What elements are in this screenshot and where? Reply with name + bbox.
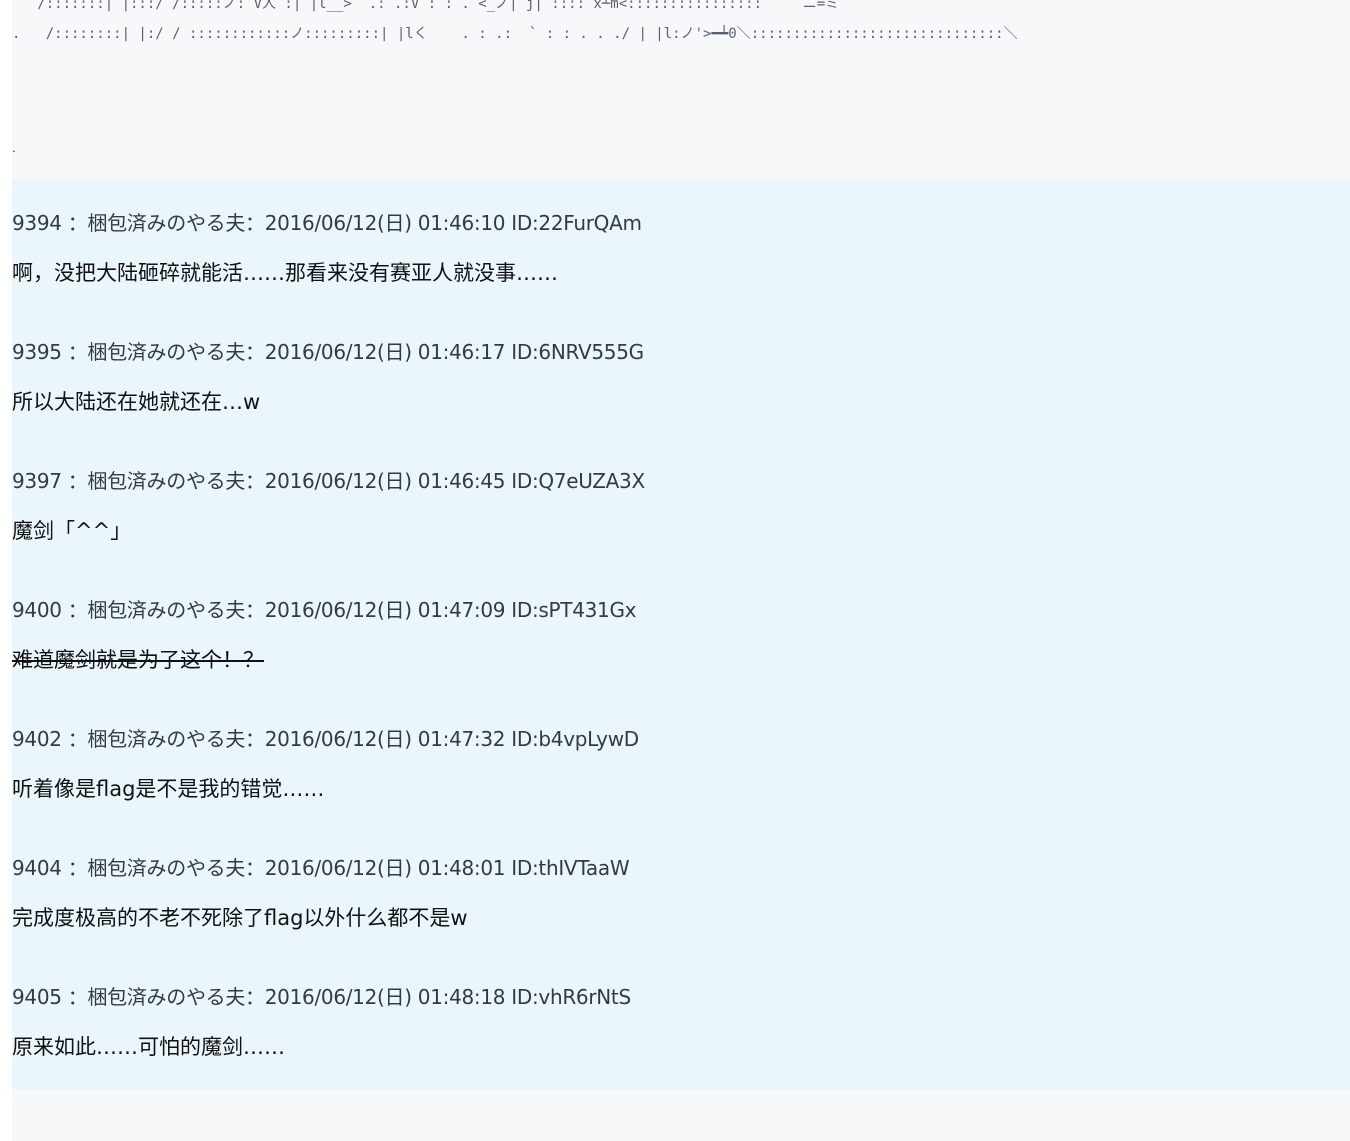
post-body: 魔剑「^^」 [12,519,132,543]
post-header: 9402 ：梱包済みのやる夫：2016/06/12(日) 01:47:32 ID… [12,727,639,751]
post-header: 9394 ：梱包済みのやる夫：2016/06/12(日) 01:46:10 ID… [12,211,642,235]
post-header: 9397 ：梱包済みのやる夫：2016/06/12(日) 01:46:45 ID… [12,469,645,493]
stray-dot: . [12,141,16,155]
post-9394: 9394 ：梱包済みのやる夫：2016/06/12(日) 01:46:10 ID… [12,210,1312,286]
ascii-art-line-2: . /::::::::| |:/ / ::::::::::::ノ::::::::… [12,26,1018,42]
post-body: 原来如此……可怕的魔剑…… [12,1035,285,1059]
post-9400: 9400 ：梱包済みのやる夫：2016/06/12(日) 01:47:09 ID… [12,597,1312,673]
ascii-art-panel: /:::::::| |:::/ /:::::ノ: V人 :| |l__> .: … [12,0,1350,180]
post-header: 9404 ：梱包済みのやる夫：2016/06/12(日) 01:48:01 ID… [12,856,630,880]
post-header: 9400 ：梱包済みのやる夫：2016/06/12(日) 01:47:09 ID… [12,598,637,622]
post-body: 啊，没把大陆砸碎就能活……那看来没有赛亚人就没事…… [12,261,558,285]
ascii-art-line-1: /:::::::| |:::/ /:::::ノ: V人 :| |l__> .: … [12,0,840,12]
post-body: 所以大陆还在她就还在…w [12,390,261,414]
post-9402: 9402 ：梱包済みのやる夫：2016/06/12(日) 01:47:32 ID… [12,726,1312,802]
reply-list: 9394 ：梱包済みのやる夫：2016/06/12(日) 01:46:10 ID… [12,180,1350,1090]
post-9404: 9404 ：梱包済みのやる夫：2016/06/12(日) 01:48:01 ID… [12,855,1312,931]
post-body: 完成度极高的不老不死除了flag以外什么都不是w [12,906,468,930]
post-9397: 9397 ：梱包済みのやる夫：2016/06/12(日) 01:46:45 ID… [12,468,1312,544]
post-body-strikethrough: 难道魔剑就是为了这个！？ [12,648,264,672]
footer-spacer [12,1090,1350,1141]
post-9405: 9405 ：梱包済みのやる夫：2016/06/12(日) 01:48:18 ID… [12,984,1312,1060]
post-header: 9395 ：梱包済みのやる夫：2016/06/12(日) 01:46:17 ID… [12,340,644,364]
post-body: 听着像是flag是不是我的错觉…… [12,777,325,801]
post-header: 9405 ：梱包済みのやる夫：2016/06/12(日) 01:48:18 ID… [12,985,631,1009]
thread-page: /:::::::| |:::/ /:::::ノ: V人 :| |l__> .: … [0,0,1350,1141]
post-9395: 9395 ：梱包済みのやる夫：2016/06/12(日) 01:46:17 ID… [12,339,1312,415]
